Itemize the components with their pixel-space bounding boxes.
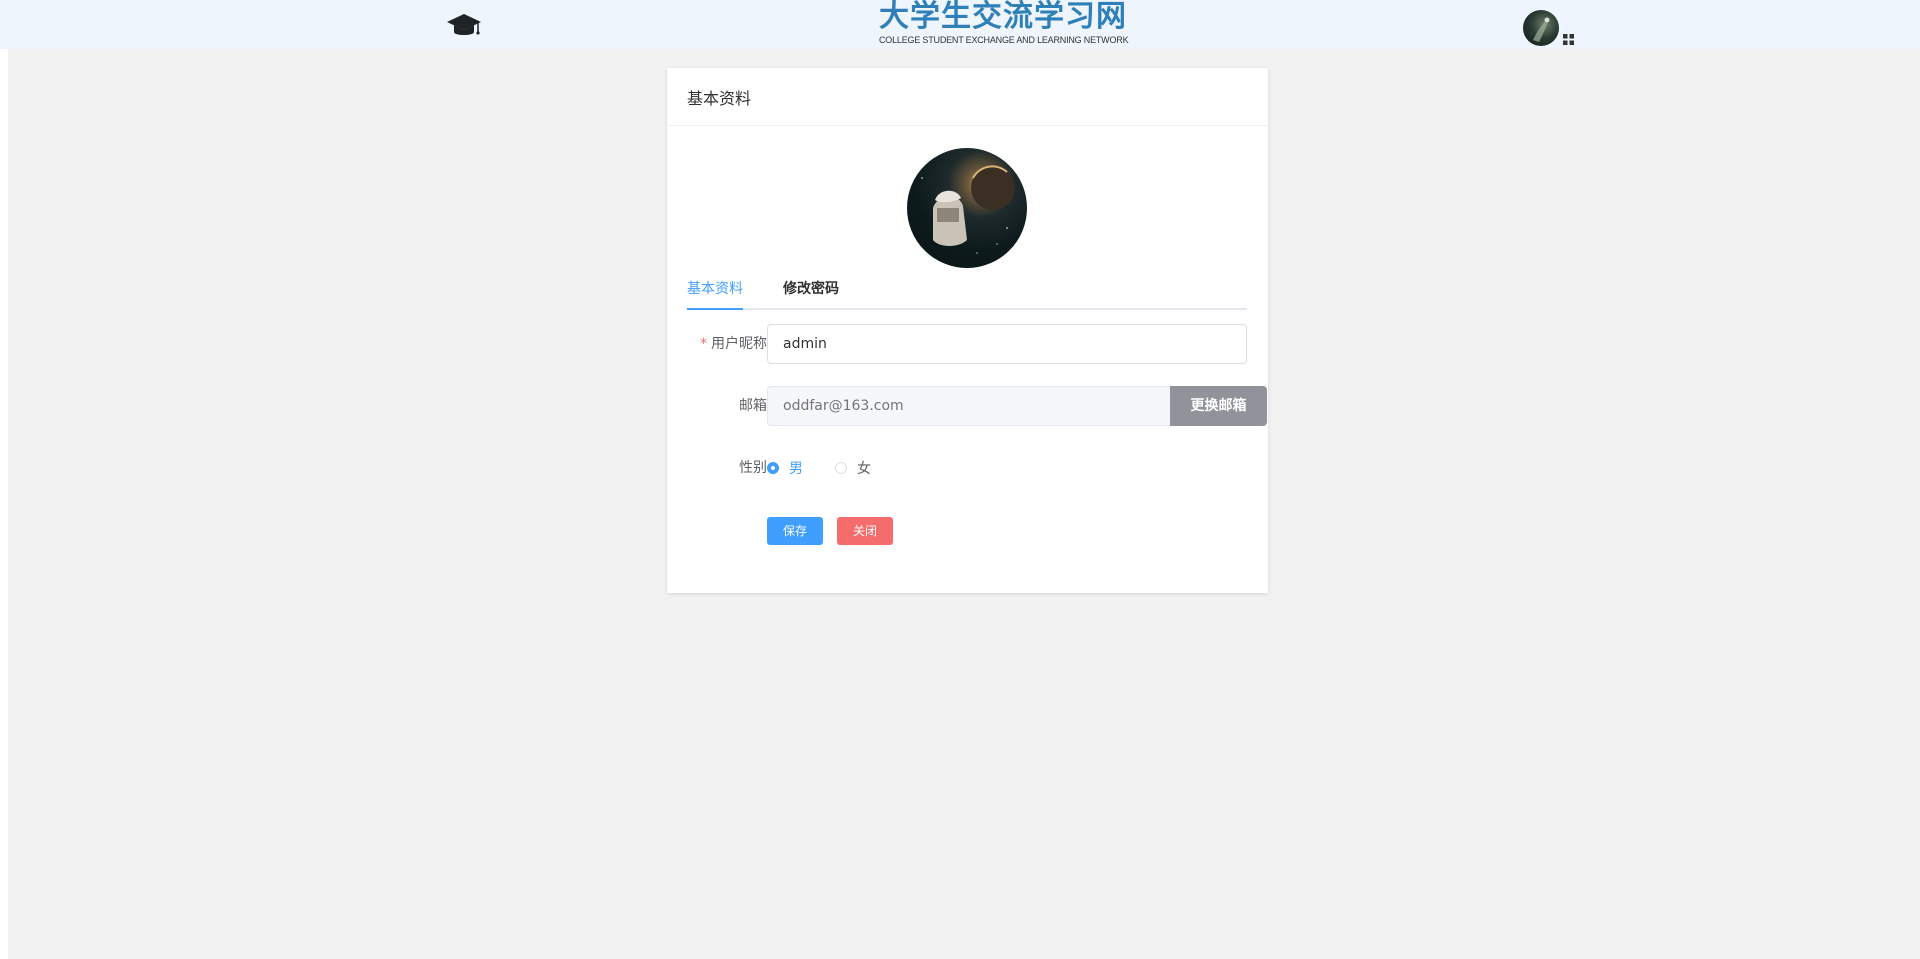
site-logo[interactable]: 大学生交流学习网 COLLEGE STUDENT EXCHANGE AND LE… [879,0,1129,46]
graduation-cap-icon[interactable] [446,12,482,40]
avatar-image [1533,17,1550,42]
email-row: 邮箱 更换邮箱 [687,386,1267,426]
save-button[interactable]: 保存 [767,517,823,545]
nickname-row: * 用户昵称 [687,324,1247,364]
gender-row: 性别 男 女 [687,448,1247,488]
radio-unchecked-icon [835,462,847,474]
card-title: 基本资料 [667,68,1268,126]
gender-radio-female[interactable]: 女 [835,448,871,488]
gender-male-label: 男 [789,461,803,477]
header-user-avatar[interactable] [1523,10,1559,46]
profile-card: 基本资料 基本资料 修改密码 *用户昵称 邮箱 更换邮箱 性别 [667,68,1268,593]
change-email-button[interactable]: 更换邮箱 [1170,386,1267,426]
email-input[interactable] [767,386,1171,426]
profile-avatar[interactable] [907,148,1027,268]
gender-label: 性别 [739,460,767,476]
close-button[interactable]: 关闭 [837,517,893,545]
gender-radio-male[interactable]: 男 [767,448,803,488]
actions-row: 保存 关闭 [687,517,1247,545]
logo-title: 大学生交流学习网 [879,0,1127,34]
top-header: 大学生交流学习网 COLLEGE STUDENT EXCHANGE AND LE… [0,0,1920,49]
gender-female-label: 女 [857,461,871,477]
nickname-input[interactable] [767,324,1247,364]
astronaut-avatar-image [921,165,1015,254]
radio-checked-icon [767,462,779,474]
tab-change-password[interactable]: 修改密码 [783,277,839,308]
logo-subtitle: COLLEGE STUDENT EXCHANGE AND LEARNING NE… [879,35,1129,45]
tab-basic-info[interactable]: 基本资料 [687,277,743,308]
profile-tabs: 基本资料 修改密码 [687,277,1247,310]
left-edge-strip [0,0,8,959]
nickname-label: * 用户昵称 [687,324,767,364]
email-label: 邮箱 [739,398,767,414]
nickname-label-text: 用户昵称 [711,336,767,352]
active-tab-indicator [687,308,743,310]
required-mark: * [700,336,707,352]
grid-menu-icon[interactable] [1563,34,1574,45]
